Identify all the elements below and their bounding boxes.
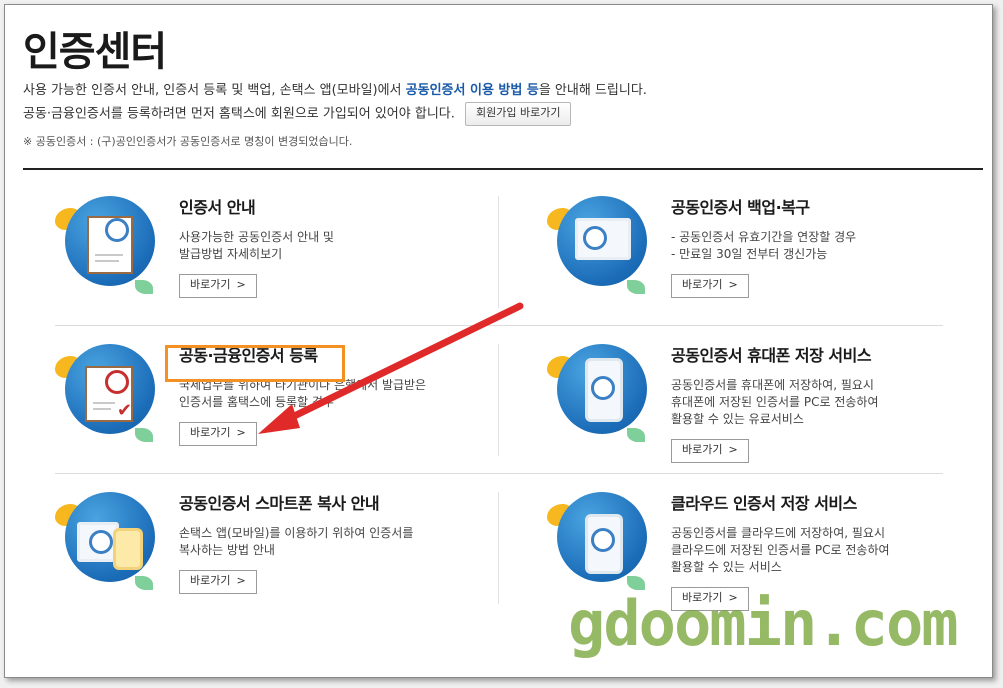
intro-line1-pre: 사용 가능한 인증서 안내, 인증서 등록 및 백업, 손택스 앱(모바일)에서 (23, 83, 406, 98)
join-member-button[interactable]: 회원가입 바로가기 (465, 102, 572, 126)
go-button-certificate-register[interactable]: 바로가기 > (179, 422, 257, 446)
phone-certificate-icon (547, 344, 652, 449)
card-description: 국세업무를 위하여 타기관이나 은행에서 발급받은 인증서를 홈택스에 등록할 … (179, 378, 427, 409)
intro-line1-post: 을 안내해 드립니다. (538, 83, 647, 98)
cloud-certificate-icon (547, 492, 652, 597)
card-description: 손택스 앱(모바일)를 이용하기 위하여 인증서를 복사하는 방법 안내 (179, 526, 414, 557)
certificate-name-note: ※ 공동인증서 : (구)공인인증서가 공동인증서로 명칭이 변경되었습니다. (23, 135, 353, 148)
card-title: 인증서 안내 (179, 198, 256, 217)
section-divider (23, 168, 983, 170)
go-button-smartphone-copy[interactable]: 바로가기 > (179, 570, 257, 594)
intro-line2: 공동·금융인증서를 등록하려면 먼저 홈택스에 회원으로 가입되어 있어야 합니… (23, 106, 455, 122)
page-title: 인증센터 (23, 29, 167, 75)
go-button-certificate-guide[interactable]: 바로가기 > (179, 274, 257, 298)
watermark: gdoomin.com (568, 587, 959, 660)
card-backup-restore: 공동인증서 백업·복구 - 공동인증서 유효기간을 연장할 경우 - 만료일 3… (547, 178, 977, 325)
card-description: 사용가능한 공동인증서 안내 및 발급방법 자세히보기 (179, 230, 334, 261)
card-title: 공동인증서 휴대폰 저장 서비스 (671, 346, 872, 365)
card-description: 공동인증서를 휴대폰에 저장하여, 필요시 휴대폰에 저장된 인증서를 PC로 … (671, 378, 879, 426)
chevron-right-icon: > (236, 426, 246, 439)
highlight-box (165, 345, 345, 382)
intro-text: 사용 가능한 인증서 안내, 인증서 등록 및 백업, 손택스 앱(모바일)에서… (23, 81, 647, 126)
certificate-register-icon: ✔ (55, 344, 160, 449)
certificate-document-icon (55, 196, 160, 301)
intro-line1-bold: 공동인증서 이용 방법 등 (405, 83, 539, 98)
card-title: 공동인증서 백업·복구 (671, 198, 810, 217)
chevron-right-icon: > (728, 278, 738, 291)
smartphone-copy-icon (55, 492, 160, 597)
chevron-right-icon: > (236, 278, 246, 291)
card-smartphone-copy: 공동인증서 스마트폰 복사 안내 손택스 앱(모바일)를 이용하기 위하여 인증… (55, 474, 485, 621)
service-grid: 인증서 안내 사용가능한 공동인증서 안내 및 발급방법 자세히보기 바로가기 >… (55, 178, 943, 621)
card-phone-storage: 공동인증서 휴대폰 저장 서비스 공동인증서를 휴대폰에 저장하여, 필요시 휴… (547, 326, 977, 473)
card-title: 공동인증서 스마트폰 복사 안내 (179, 494, 380, 513)
card-certificate-guide: 인증서 안내 사용가능한 공동인증서 안내 및 발급방법 자세히보기 바로가기 > (55, 178, 485, 325)
monitor-certificate-icon (547, 196, 652, 301)
card-description: 공동인증서를 클라우드에 저장하여, 필요시 클라우드에 저장된 인증서를 PC… (671, 526, 890, 574)
service-row: 인증서 안내 사용가능한 공동인증서 안내 및 발급방법 자세히보기 바로가기 >… (55, 178, 943, 326)
chevron-right-icon: > (728, 443, 738, 456)
card-description: - 공동인증서 유효기간을 연장할 경우 - 만료일 30일 전부터 갱신가능 (671, 230, 857, 261)
chevron-right-icon: > (236, 574, 246, 587)
card-title: 클라우드 인증서 저장 서비스 (671, 494, 857, 513)
go-button-phone-storage[interactable]: 바로가기 > (671, 439, 749, 463)
go-button-backup-restore[interactable]: 바로가기 > (671, 274, 749, 298)
